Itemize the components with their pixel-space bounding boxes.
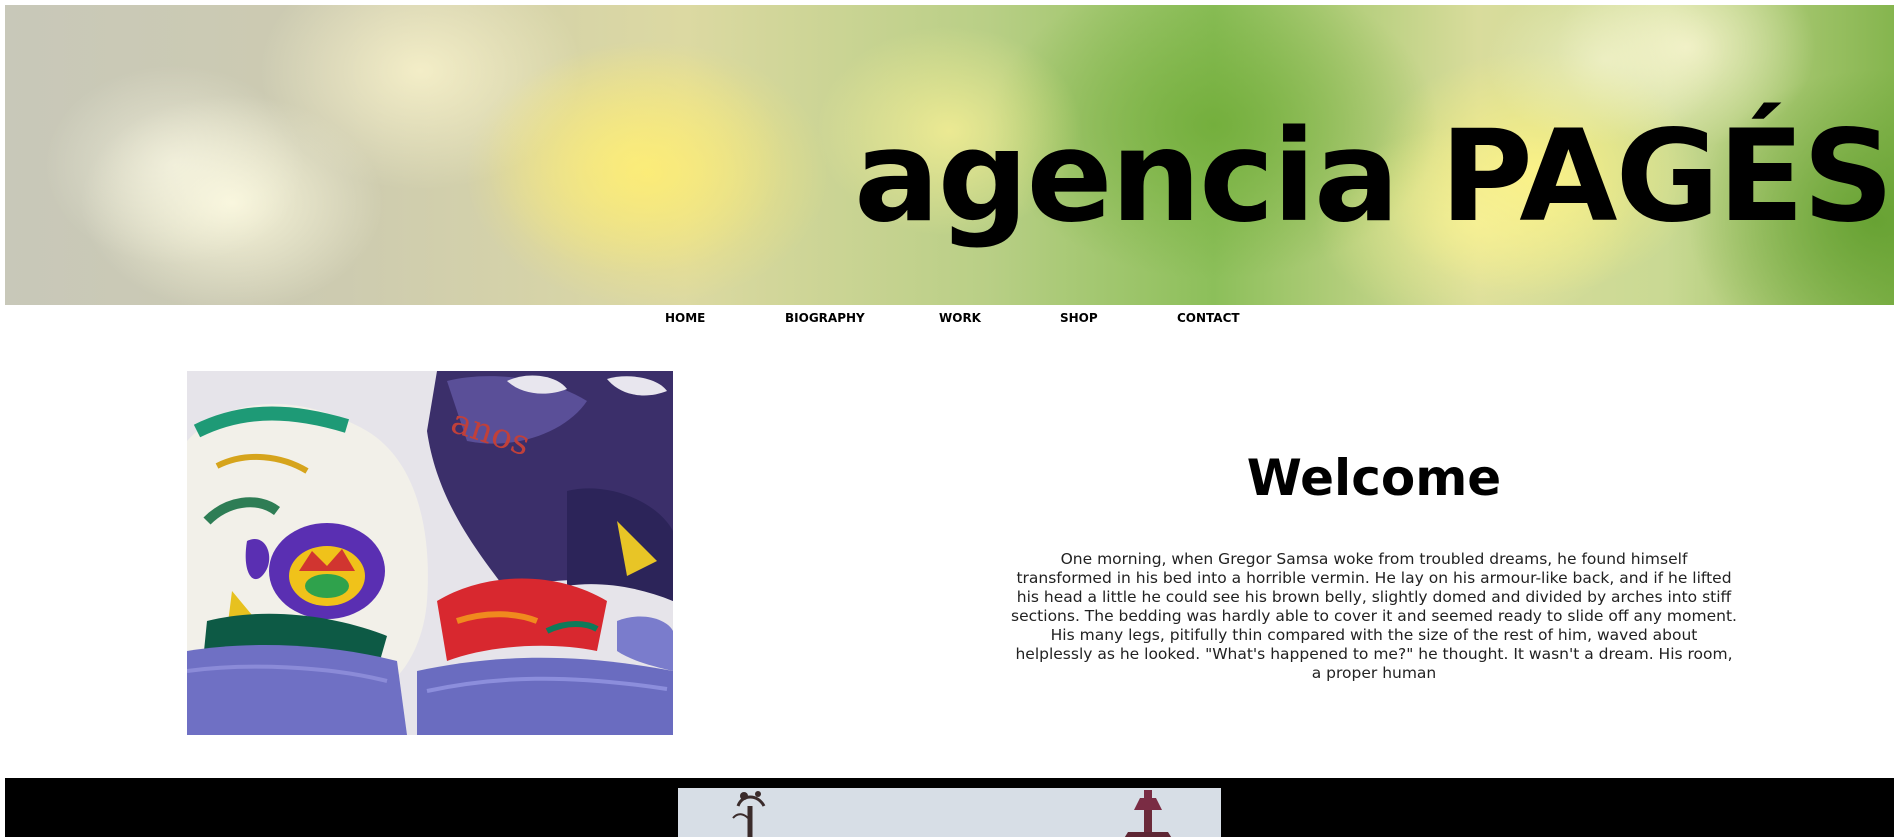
welcome-paragraph: One morning, when Gregor Samsa woke from… (1011, 550, 1737, 682)
scarves-illustration: anos (187, 371, 673, 735)
nav-item-shop[interactable]: SHOP (1060, 311, 1098, 325)
main-nav: HOME BIOGRAPHY WORK SHOP CONTACT (0, 305, 1899, 329)
street-lamp-illustration (678, 788, 1221, 837)
gallery-band (5, 778, 1894, 837)
gallery-photo (678, 788, 1221, 837)
nav-item-home[interactable]: HOME (665, 311, 705, 325)
page: agencia PAGÉS HOME BIOGRAPHY WORK SHOP C… (0, 0, 1899, 837)
hero-flower-blur (485, 45, 785, 275)
hero-flower-blur (45, 65, 305, 265)
nav-item-contact[interactable]: CONTACT (1177, 311, 1240, 325)
nav-item-biography[interactable]: BIOGRAPHY (785, 311, 865, 325)
site-title: agencia PAGÉS (853, 102, 1894, 250)
hero-banner: agencia PAGÉS (5, 5, 1894, 305)
feature-image-scarves: anos (187, 371, 673, 735)
welcome-heading: Welcome (1246, 449, 1502, 507)
nav-item-work[interactable]: WORK (939, 311, 981, 325)
